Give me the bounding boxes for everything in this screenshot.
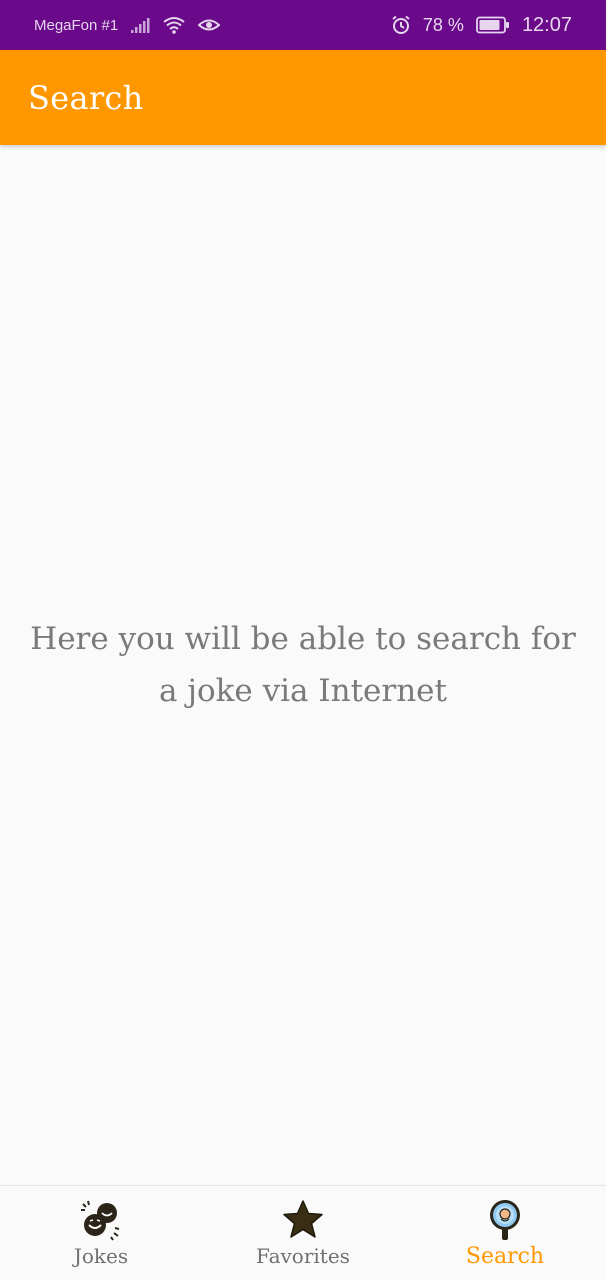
empty-state-message: Here you will be able to search for a jo… <box>30 621 576 709</box>
app-bar: Search <box>0 50 606 145</box>
carrier-name: MegaFon #1 <box>34 16 119 34</box>
battery-percent: 78 % <box>422 14 464 35</box>
status-right: 78 % 12:07 <box>391 14 572 37</box>
nav-item-search[interactable]: Search <box>404 1186 606 1280</box>
alarm-icon <box>391 15 411 35</box>
star-icon <box>281 1198 325 1242</box>
clock: 12:07 <box>521 13 572 36</box>
magnifier-icon <box>483 1198 527 1242</box>
nav-item-favorites[interactable]: Favorites <box>202 1186 404 1280</box>
wifi-icon <box>162 16 186 34</box>
status-left: MegaFon #1 <box>34 16 221 34</box>
nav-label-favorites: Favorites <box>256 1244 350 1268</box>
nav-item-jokes[interactable]: Jokes <box>0 1186 202 1280</box>
laughing-faces-icon <box>79 1198 123 1242</box>
nav-label-jokes: Jokes <box>73 1244 129 1268</box>
battery-icon <box>476 16 510 34</box>
main-content: Here you will be able to search for a jo… <box>0 145 606 1185</box>
status-bar: MegaFon #1 78 % 12:07 <box>0 0 606 50</box>
eye-icon <box>198 17 221 33</box>
nav-label-search: Search <box>465 1244 545 1269</box>
page-title: Search <box>28 78 144 117</box>
signal-icon <box>130 16 150 34</box>
bottom-navigation: Jokes Favorites Search <box>0 1185 606 1280</box>
